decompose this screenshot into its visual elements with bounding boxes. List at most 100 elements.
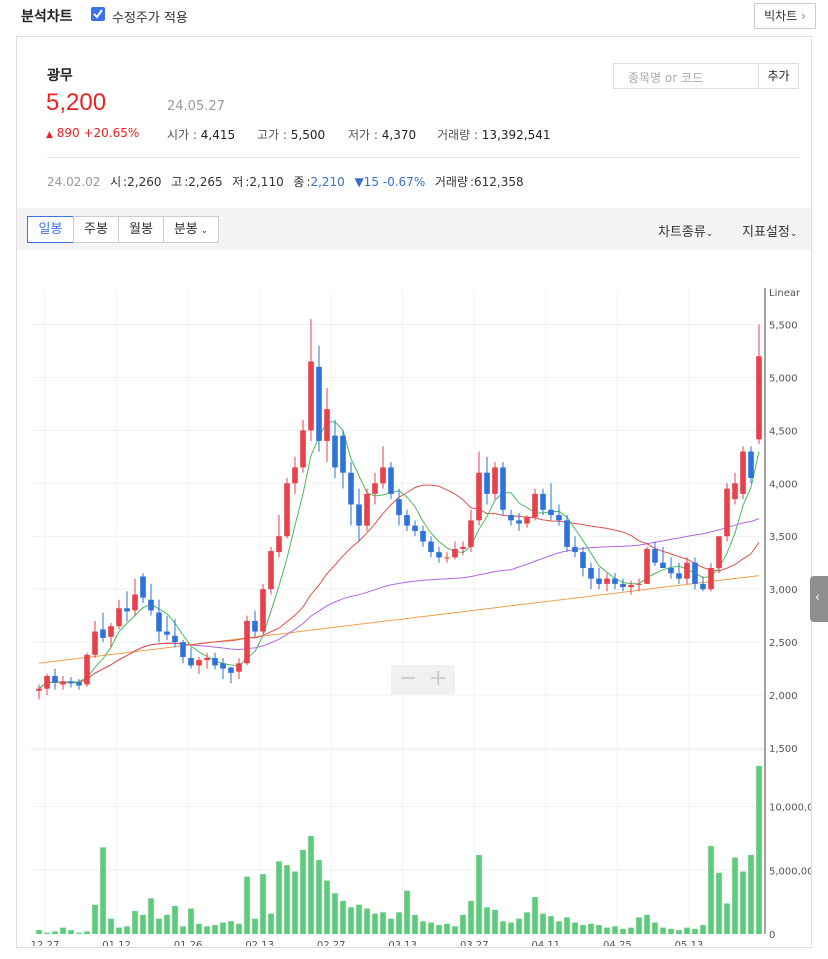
tab-weekly[interactable]: 주봉 xyxy=(73,216,119,243)
candle-down xyxy=(620,583,626,588)
zoom-in-icon[interactable]: + xyxy=(429,666,447,691)
indicator-menu[interactable]: 지표설정⌄ xyxy=(742,221,797,240)
candle-down xyxy=(124,608,130,612)
price-tick-label: 2,500 xyxy=(769,638,798,649)
volume-bar xyxy=(260,874,266,934)
candle-down xyxy=(332,435,338,468)
hover-volume-label: 거래량 xyxy=(434,175,468,189)
adjusted-price-checkbox[interactable] xyxy=(91,7,105,21)
volume-bar xyxy=(332,893,338,934)
volume-bar xyxy=(244,876,250,934)
chevron-right-icon: › xyxy=(801,9,806,23)
stat-high-label: 고가 xyxy=(257,128,280,142)
candle-up xyxy=(92,631,98,655)
volume-bar xyxy=(76,932,82,934)
volume-bar xyxy=(372,913,378,934)
volume-bar xyxy=(732,857,738,934)
up-triangle-icon: ▲ xyxy=(46,130,53,140)
volume-bar xyxy=(412,914,418,934)
volume-bar xyxy=(668,928,674,934)
volume-bar xyxy=(748,855,754,934)
add-stock-button[interactable]: 추가 xyxy=(758,63,799,89)
candle-up xyxy=(708,568,714,590)
volume-bar xyxy=(44,932,50,934)
volume-bar xyxy=(628,927,634,934)
volume-bar xyxy=(396,912,402,934)
candle-down xyxy=(228,667,234,673)
volume-bar xyxy=(612,926,618,934)
volume-bar xyxy=(36,930,42,934)
candle-down xyxy=(700,583,706,590)
volume-bar xyxy=(284,865,290,934)
candle-up xyxy=(324,409,330,441)
volume-bar xyxy=(172,905,178,934)
candle-up xyxy=(756,356,762,440)
volume-bar xyxy=(564,917,570,934)
price-tick-label: 5,000 xyxy=(769,373,798,384)
candle-down xyxy=(388,467,394,494)
candle-up xyxy=(276,536,282,553)
price-tick-label: 4,000 xyxy=(769,479,798,490)
candle-down xyxy=(436,552,442,558)
candle-up xyxy=(492,467,498,494)
volume-bar xyxy=(524,912,530,934)
candle-down xyxy=(580,552,586,568)
volume-bar xyxy=(508,922,514,934)
volume-bar xyxy=(84,931,90,934)
candle-up xyxy=(372,483,378,494)
candle-up xyxy=(284,483,290,537)
candle-down xyxy=(612,578,618,584)
chart-type-menu[interactable]: 차트종류⌄ xyxy=(658,221,713,240)
candle-up xyxy=(44,676,50,689)
volume-bar xyxy=(540,913,546,934)
candle-up xyxy=(444,557,450,559)
volume-bar xyxy=(188,908,194,934)
volume-bar xyxy=(164,914,170,934)
hover-open: 2,260 xyxy=(127,175,162,189)
volume-bar xyxy=(444,923,450,934)
candle-down xyxy=(68,681,74,684)
zoom-control: − + xyxy=(391,665,455,695)
tab-daily[interactable]: 일봉 xyxy=(27,216,74,243)
ma60-line xyxy=(38,518,760,690)
big-chart-button[interactable]: 빅차트 › xyxy=(754,3,816,29)
chevron-down-icon: ⌄ xyxy=(789,229,798,239)
candle-down xyxy=(572,546,578,553)
volume-bar xyxy=(92,904,98,934)
zoom-out-icon[interactable]: − xyxy=(399,666,417,691)
candle-down xyxy=(180,642,186,657)
candle-up xyxy=(308,361,314,431)
ma5-line xyxy=(38,421,760,690)
candle-down xyxy=(668,568,674,574)
candle-up xyxy=(532,493,538,518)
volume-bar xyxy=(276,861,282,934)
candle-down xyxy=(76,682,82,686)
volume-bar xyxy=(636,917,642,934)
price-tick-label: 5,500 xyxy=(769,320,798,331)
volume-bar xyxy=(364,908,370,934)
candle-up xyxy=(460,546,466,549)
hover-open-label: 시 xyxy=(110,175,122,189)
x-tick-label: 02.13 xyxy=(245,940,274,946)
hover-high-label: 고 xyxy=(171,175,183,189)
candle-down xyxy=(676,573,682,579)
divider xyxy=(47,157,799,158)
tab-minute[interactable]: 분봉 ⌄ xyxy=(163,216,219,243)
side-panel-handle[interactable]: ‹ xyxy=(810,576,828,622)
volume-bar xyxy=(716,872,722,934)
candle-up xyxy=(36,688,42,691)
volume-bar xyxy=(300,849,306,934)
volume-bar xyxy=(452,926,458,934)
volume-bar xyxy=(204,926,210,934)
volume-bar xyxy=(68,930,74,934)
price-date: 24.05.27 xyxy=(167,99,225,114)
volume-bar xyxy=(356,904,362,934)
candle-up xyxy=(380,467,386,484)
volume-bar xyxy=(212,925,218,934)
volume-bar xyxy=(516,918,522,934)
tab-monthly[interactable]: 월봉 xyxy=(118,216,164,243)
price-chart[interactable]: 12.27 01.12 01.26 02.13 02.27 03.13 03.27 04.11… xyxy=(17,252,811,946)
stock-search-input[interactable]: 종목명 or 코드 xyxy=(613,63,759,89)
stock-name: 광무 xyxy=(47,68,73,84)
big-chart-label: 빅차트 xyxy=(764,9,798,23)
